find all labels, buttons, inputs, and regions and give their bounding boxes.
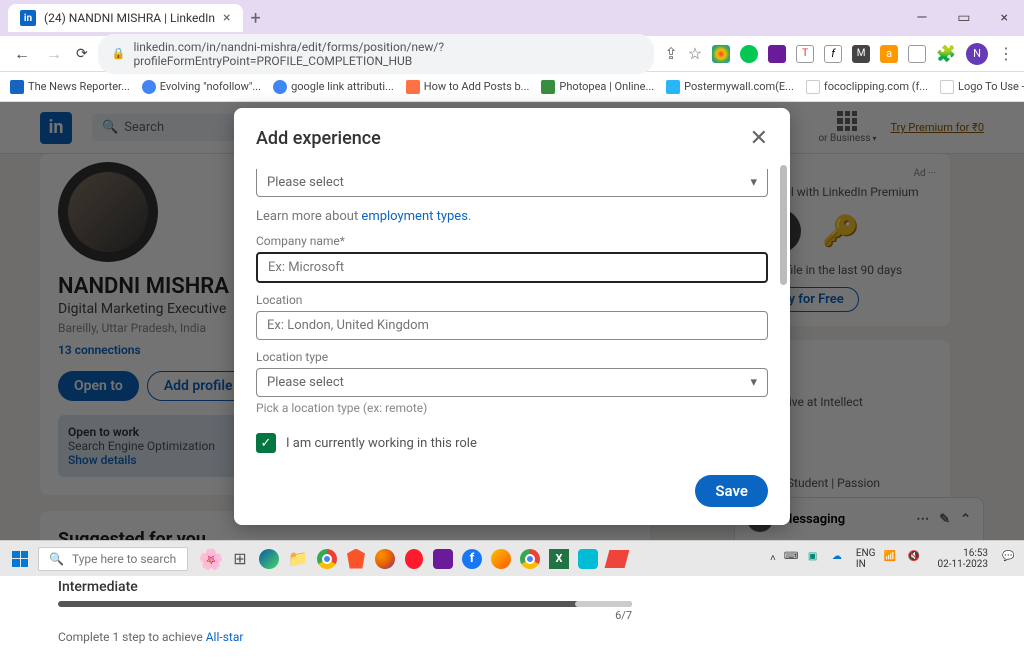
ext-icon-3[interactable]: [768, 45, 786, 63]
bookmark-star-icon[interactable]: ☆: [688, 44, 702, 63]
currently-working-label: I am currently working in this role: [286, 436, 477, 451]
back-icon[interactable]: ←: [10, 40, 34, 68]
tray-overflow-icon[interactable]: ˄: [770, 553, 776, 564]
tray-volume-icon[interactable]: 🔇: [908, 551, 924, 567]
browser-titlebar: in (24) NANDNI MISHRA | LinkedIn × + — ▭…: [0, 0, 1024, 36]
taskbar-search[interactable]: 🔍 Type here to search: [38, 547, 188, 571]
close-tab-icon[interactable]: ×: [223, 10, 230, 26]
linkedin-favicon: in: [20, 10, 36, 26]
employment-type-select[interactable]: Please select ▾: [256, 169, 768, 197]
new-tab-button[interactable]: +: [251, 8, 261, 29]
maximize-icon[interactable]: ▭: [949, 6, 978, 30]
tray-language[interactable]: ENGIN: [856, 548, 876, 570]
employment-types-link[interactable]: employment types: [361, 209, 467, 224]
ext-icon-6[interactable]: M: [852, 45, 870, 63]
taskbar-opera-icon[interactable]: [401, 546, 427, 572]
taskbar-chrome-icon[interactable]: [517, 546, 543, 572]
share-icon[interactable]: ⇪: [664, 44, 677, 63]
profile-level: Intermediate: [58, 579, 632, 595]
taskbar-app-icon[interactable]: [430, 546, 456, 572]
bookmark-item[interactable]: How to Add Posts b...: [406, 80, 530, 94]
tab-title: (24) NANDNI MISHRA | LinkedIn: [44, 11, 215, 25]
reload-icon[interactable]: ⟳: [76, 46, 88, 62]
ext-icon-8[interactable]: [908, 45, 926, 63]
chevron-down-icon: ▾: [750, 375, 757, 390]
taskbar-app-icon[interactable]: [488, 546, 514, 572]
extensions-icon[interactable]: 🧩: [936, 44, 956, 63]
bookmark-item[interactable]: Postermywall.com(E...: [666, 80, 794, 94]
bookmarks-bar: The News Reporter... Evolving "nofollow"…: [0, 72, 1024, 102]
location-type-select[interactable]: Please select ▾: [256, 368, 768, 397]
tray-notifications-icon[interactable]: 💬: [1002, 551, 1018, 567]
ext-icon-2[interactable]: [740, 45, 758, 63]
forward-icon[interactable]: →: [42, 40, 66, 68]
taskbar-app-icon[interactable]: [575, 546, 601, 572]
progress-label: 6/7: [58, 609, 632, 622]
window-controls: — ▭ ×: [908, 6, 1016, 30]
address-bar: ← → ⟳ 🔒 linkedin.com/in/nandni-mishra/ed…: [0, 36, 1024, 72]
taskbar-excel-icon[interactable]: X: [546, 546, 572, 572]
progress-bar: [58, 601, 632, 607]
location-input[interactable]: [256, 311, 768, 340]
tray-onedrive-icon[interactable]: ☁: [832, 551, 848, 567]
browser-menu-icon[interactable]: ⋮: [998, 44, 1014, 63]
url-field[interactable]: 🔒 linkedin.com/in/nandni-mishra/edit/for…: [98, 34, 655, 74]
taskbar-anydesk-icon[interactable]: [604, 546, 630, 572]
save-button[interactable]: Save: [695, 475, 768, 507]
add-experience-modal: Add experience ✕ Please select ▾ Learn m…: [234, 108, 790, 525]
ext-icon-5[interactable]: f: [824, 45, 842, 63]
currently-working-checkbox[interactable]: ✓: [256, 433, 276, 453]
taskbar-taskview-icon[interactable]: ⊞: [227, 546, 253, 572]
taskbar-explorer-icon[interactable]: 📁: [285, 546, 311, 572]
tray-keyboard-icon[interactable]: ⌨: [784, 551, 800, 567]
location-type-label: Location type: [256, 350, 768, 364]
close-icon[interactable]: ✕: [750, 126, 768, 151]
ext-icon-4[interactable]: T: [796, 45, 814, 63]
taskbar-app-icon[interactable]: 🌸: [198, 546, 224, 572]
search-icon: 🔍: [49, 552, 64, 566]
tray-wifi-icon[interactable]: 📶: [884, 551, 900, 567]
modal-title: Add experience: [256, 128, 381, 149]
location-label: Location: [256, 293, 768, 307]
browser-tab[interactable]: in (24) NANDNI MISHRA | LinkedIn ×: [8, 4, 243, 32]
chevron-down-icon: ▾: [750, 175, 757, 190]
learn-more-text: Learn more about employment types.: [256, 209, 768, 224]
company-name-label: Company name*: [256, 234, 768, 248]
minimize-icon[interactable]: —: [908, 6, 935, 30]
bookmark-item[interactable]: google link attributi...: [273, 80, 394, 94]
ext-icon-7[interactable]: a: [880, 45, 898, 63]
tray-meet-icon[interactable]: ▣: [808, 551, 824, 567]
url-text: linkedin.com/in/nandni-mishra/edit/forms…: [133, 40, 640, 68]
close-window-icon[interactable]: ×: [993, 6, 1016, 30]
bookmark-item[interactable]: Evolving "nofollow"...: [142, 80, 261, 94]
complete-text: Complete 1 step to achieve All-star: [58, 630, 632, 644]
taskbar-facebook-icon[interactable]: f: [459, 546, 485, 572]
bookmark-item[interactable]: Logo To Use - Free...: [940, 80, 1024, 94]
taskbar-chrome-icon[interactable]: [314, 546, 340, 572]
scrollbar-thumb[interactable]: [780, 165, 787, 285]
taskbar-edge-icon[interactable]: [256, 546, 282, 572]
windows-taskbar: 🔍 Type here to search 🌸 ⊞ 📁 f X ˄ ⌨ ▣ ☁ …: [0, 540, 1024, 576]
ext-icon-1[interactable]: [712, 45, 730, 63]
bookmark-item[interactable]: fococlipping.com (f...: [806, 80, 928, 94]
start-button[interactable]: [6, 545, 34, 573]
taskbar-firefox-icon[interactable]: [372, 546, 398, 572]
profile-avatar-icon[interactable]: N: [966, 43, 988, 65]
bookmark-item[interactable]: The News Reporter...: [10, 80, 130, 94]
taskbar-brave-icon[interactable]: [343, 546, 369, 572]
page-content: in 🔍 Search • 24 or Business ▾ Try Premi…: [0, 102, 1024, 540]
bookmark-item[interactable]: Photopea | Online...: [541, 80, 654, 94]
lock-icon: 🔒: [112, 47, 126, 60]
location-type-helper: Pick a location type (ex: remote): [256, 401, 768, 415]
company-name-input[interactable]: [256, 252, 768, 283]
tray-clock[interactable]: 16:53 02-11-2023: [932, 548, 995, 570]
